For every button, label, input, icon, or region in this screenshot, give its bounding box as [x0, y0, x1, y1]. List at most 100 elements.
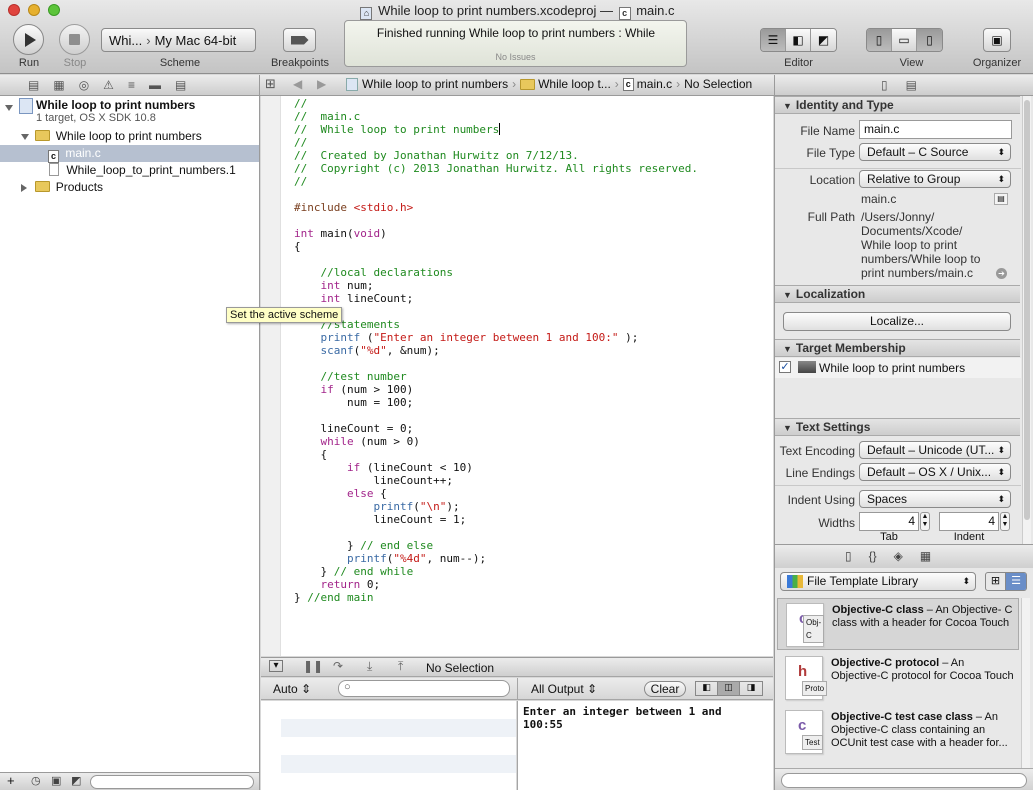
code-line[interactable]: lineCount = 0;: [294, 422, 698, 435]
code-line[interactable]: scanf("%d", &num);: [294, 344, 698, 357]
group-row[interactable]: While loop to print numbers: [0, 128, 259, 145]
forward-arrow-icon[interactable]: ▶: [317, 77, 326, 91]
file-template-library-icon[interactable]: ▯: [845, 549, 852, 563]
target-membership-section-header[interactable]: ▼ Target Membership: [775, 339, 1020, 357]
code-line[interactable]: else {: [294, 487, 698, 500]
code-line[interactable]: [294, 305, 698, 318]
collapse-triangle-icon[interactable]: ▼: [783, 101, 792, 111]
code-line[interactable]: lineCount++;: [294, 474, 698, 487]
code-line[interactable]: [294, 526, 698, 539]
code-line[interactable]: } // end else: [294, 539, 698, 552]
object-library-icon[interactable]: ◈: [894, 549, 903, 563]
assistant-editor-icon[interactable]: ◧: [786, 29, 811, 51]
file-row-main-c[interactable]: c main.c: [0, 145, 259, 163]
file-inspector-icon[interactable]: ▯: [881, 78, 888, 92]
code-text[interactable]: //// main.c// While loop to print number…: [294, 97, 698, 604]
code-line[interactable]: while (num > 0): [294, 435, 698, 448]
breakpoint-navigator-icon[interactable]: ▬: [149, 78, 161, 92]
back-arrow-icon[interactable]: ◀: [293, 77, 302, 91]
view-selector[interactable]: ▯ ▭ ▯: [866, 28, 943, 52]
library-filter-field[interactable]: [781, 773, 1027, 788]
library-item[interactable]: h Proto Objective-C protocol – An Objectiv…: [777, 652, 1019, 704]
code-line[interactable]: [294, 188, 698, 201]
project-navigator-icon[interactable]: ▤: [28, 78, 39, 92]
library-view-selector[interactable]: ⊞ ☰: [985, 572, 1027, 591]
code-line[interactable]: //test number: [294, 370, 698, 383]
code-line[interactable]: [294, 253, 698, 266]
organizer-button[interactable]: ▣: [983, 28, 1011, 52]
code-line[interactable]: printf("%4d", num--);: [294, 552, 698, 565]
text-settings-section-header[interactable]: ▼ Text Settings: [775, 418, 1020, 436]
disclosure-triangle-icon[interactable]: [21, 183, 27, 192]
navigator-toggle-icon[interactable]: ▯: [867, 29, 892, 51]
target-checkbox[interactable]: ✓: [779, 361, 791, 373]
code-line[interactable]: int lineCount;: [294, 292, 698, 305]
products-row[interactable]: Products: [0, 179, 259, 196]
localize-button[interactable]: Localize...: [783, 312, 1011, 331]
variables-view[interactable]: [281, 701, 516, 790]
tab-width-stepper[interactable]: ▲ ▼: [920, 512, 930, 531]
library-item[interactable]: c Test Objective-C test case class – An Ob…: [777, 706, 1019, 758]
symbol-navigator-icon[interactable]: ▦: [53, 78, 64, 92]
library-scrollbar[interactable]: [1021, 598, 1030, 790]
scheme-selector[interactable]: Whi... › My Mac 64-bit: [101, 28, 256, 52]
step-over-icon[interactable]: ↷: [333, 659, 343, 673]
code-line[interactable]: // Created by Jonathan Hurwitz on 7/12/1…: [294, 149, 698, 162]
hide-debug-icon[interactable]: ▾: [269, 660, 283, 672]
step-out-icon[interactable]: ⤒: [398, 659, 403, 674]
file-name-field[interactable]: main.c: [859, 120, 1012, 139]
standard-editor-icon[interactable]: ☰: [761, 29, 786, 51]
code-line[interactable]: int num;: [294, 279, 698, 292]
code-line[interactable]: //: [294, 136, 698, 149]
code-line[interactable]: [294, 357, 698, 370]
debug-navigator-icon[interactable]: ≡: [128, 78, 135, 92]
variables-filter-field[interactable]: ○: [338, 680, 510, 697]
code-line[interactable]: } //end main: [294, 591, 698, 604]
code-line[interactable]: //statements: [294, 318, 698, 331]
pause-icon[interactable]: ❚❚: [303, 659, 323, 673]
inspector-scrollbar[interactable]: [1022, 96, 1031, 544]
debug-toggle-icon[interactable]: ▭: [892, 29, 917, 51]
run-button[interactable]: [13, 24, 44, 55]
breakpoints-button[interactable]: [283, 28, 316, 52]
variables-only-icon[interactable]: ◧: [696, 682, 718, 695]
line-endings-popup[interactable]: Default – OS X / Unix... ⬍: [859, 463, 1011, 481]
tab-width-field[interactable]: 4: [859, 512, 919, 531]
code-line[interactable]: [294, 214, 698, 227]
recent-filter-icon[interactable]: ◷: [31, 774, 41, 787]
utilities-toggle-icon[interactable]: ▯: [917, 29, 942, 51]
add-icon[interactable]: +: [7, 773, 15, 788]
editor-gutter[interactable]: [261, 96, 281, 656]
code-line[interactable]: } // end while: [294, 565, 698, 578]
code-line[interactable]: // main.c: [294, 110, 698, 123]
file-type-popup[interactable]: Default – C Source ⬍: [859, 143, 1011, 161]
identity-section-header[interactable]: ▼ Identity and Type: [775, 96, 1020, 114]
project-row[interactable]: While loop to print numbers 1 target, OS…: [0, 98, 259, 126]
code-line[interactable]: return 0;: [294, 578, 698, 591]
code-snippet-library-icon[interactable]: {}: [869, 549, 877, 563]
code-line[interactable]: lineCount = 1;: [294, 513, 698, 526]
jump-crumb-group[interactable]: While loop t...: [538, 77, 611, 91]
code-line[interactable]: //local declarations: [294, 266, 698, 279]
code-line[interactable]: if (lineCount < 10): [294, 461, 698, 474]
location-popup[interactable]: Relative to Group ⬍: [859, 170, 1011, 188]
reveal-in-finder-icon[interactable]: ➔: [996, 268, 1007, 279]
indent-width-stepper[interactable]: ▲ ▼: [1000, 512, 1010, 531]
auto-popup[interactable]: Auto ⇕: [273, 682, 311, 696]
code-line[interactable]: printf ("Enter an integer between 1 and …: [294, 331, 698, 344]
choose-location-icon[interactable]: ▤: [994, 193, 1008, 205]
code-line[interactable]: // Copyright (c) 2013 Jonathan Hurwitz. …: [294, 162, 698, 175]
navigator-filter-field[interactable]: [90, 775, 254, 789]
log-navigator-icon[interactable]: ▤: [175, 78, 186, 92]
disclosure-triangle-icon[interactable]: [5, 104, 13, 111]
indent-using-popup[interactable]: Spaces ⬍: [859, 490, 1011, 508]
grid-view-icon[interactable]: ⊞: [986, 573, 1006, 590]
step-in-icon[interactable]: ⤓: [367, 659, 372, 674]
split-view-icon[interactable]: ◫: [718, 682, 740, 695]
jump-crumb-project[interactable]: While loop to print numbers: [362, 77, 508, 91]
jump-crumb-file[interactable]: main.c: [637, 77, 672, 91]
code-line[interactable]: printf("\n");: [294, 500, 698, 513]
library-type-popup[interactable]: File Template Library ⬍: [780, 572, 976, 591]
disclosure-triangle-icon[interactable]: [21, 133, 29, 140]
code-line[interactable]: //: [294, 175, 698, 188]
